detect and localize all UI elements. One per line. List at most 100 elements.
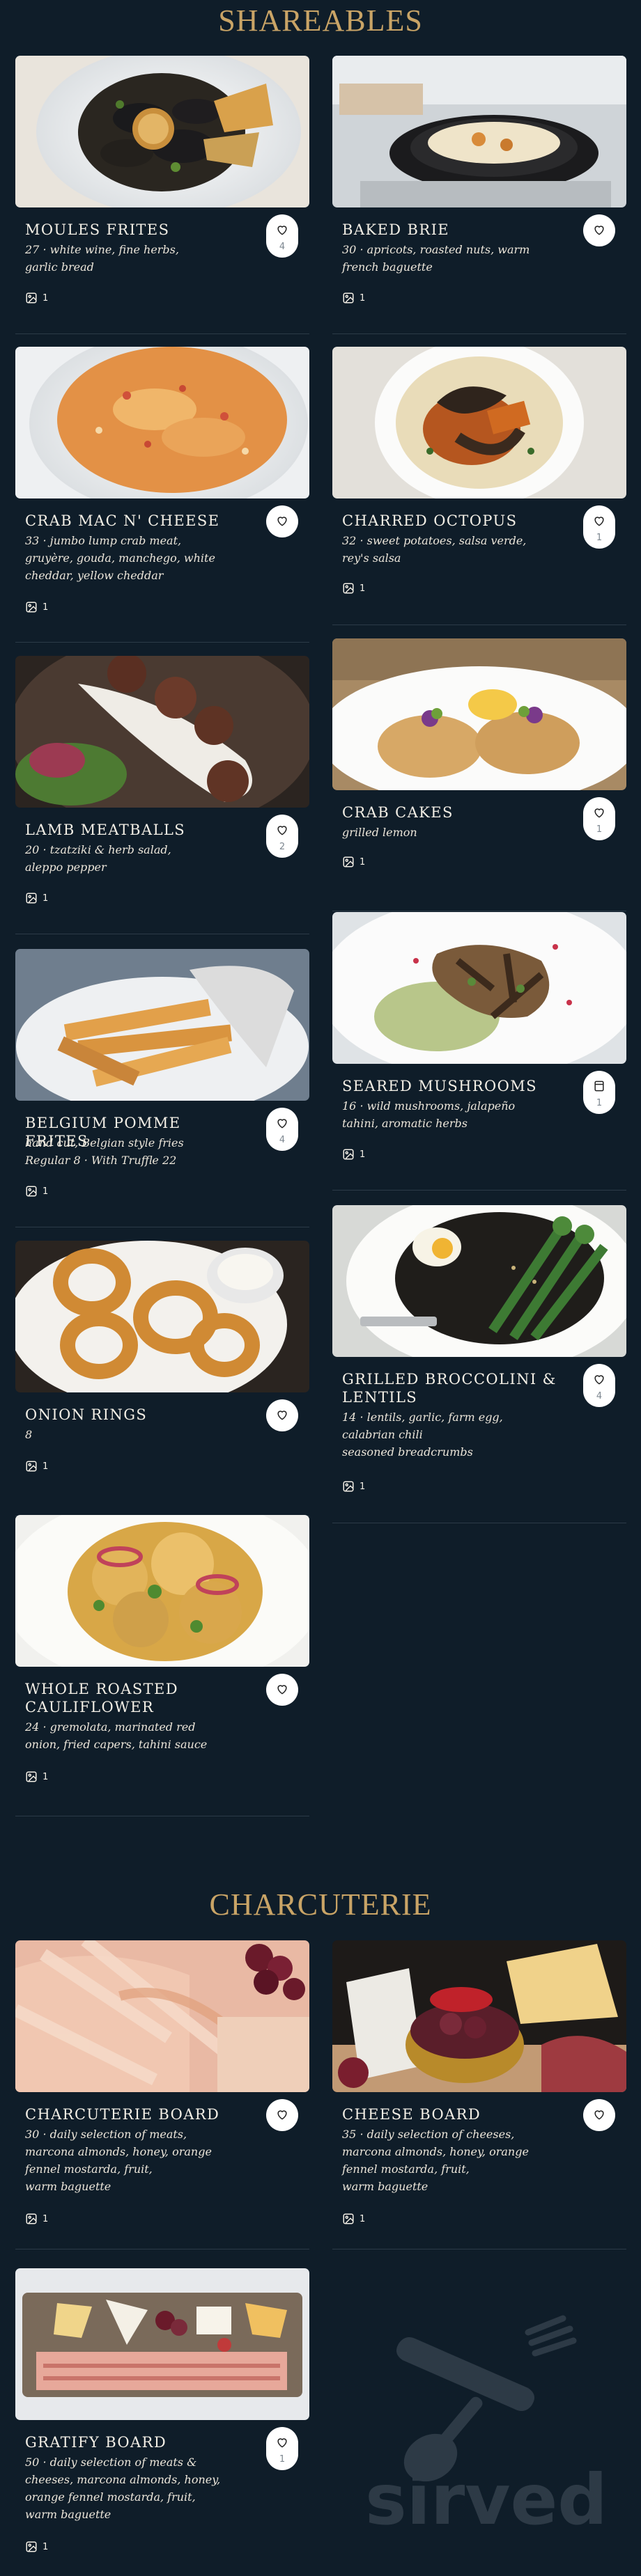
item-description: 30 · daily selection of meats, marcona a… — [25, 2128, 212, 2193]
item-description: 50 · daily selection of meats & cheeses,… — [25, 2456, 221, 2521]
image-icon — [26, 602, 37, 613]
item-description: 16 · wild mushrooms, jalapeño tahini, ar… — [342, 1099, 516, 1130]
photo-count-link[interactable]: 1 — [25, 1460, 48, 1472]
menu-item-belgium-pomme-frites[interactable]: BELGIUM POMME FRITES hand cut, Belgian s… — [15, 949, 309, 1227]
heart-icon — [277, 2110, 287, 2120]
favorite-button[interactable]: 1 — [266, 2427, 298, 2470]
heart-icon — [277, 226, 287, 235]
image-icon — [343, 2213, 354, 2224]
brand-wordmark: sirved — [365, 2459, 608, 2540]
photo-count-link[interactable]: 1 — [25, 2213, 48, 2225]
photo-count-link[interactable]: 1 — [25, 601, 48, 613]
photo-count: 1 — [43, 1186, 49, 1197]
food-photo[interactable] — [15, 1241, 309, 1392]
section-title-shareables: SHAREABLES — [218, 3, 423, 38]
photo-count-link[interactable]: 1 — [25, 2540, 48, 2553]
menu-item-lamb-meatballs[interactable]: LAMB MEATBALLS 20 · tzatziki & herb sala… — [15, 656, 309, 934]
menu-item-charred-octopus[interactable]: CHARRED OCTOPUS 32 · sweet potatoes, sal… — [332, 347, 626, 625]
favorite-button[interactable] — [583, 214, 615, 246]
menu-item-crab-cakes[interactable]: CRAB CAKES grilled lemon 1 1 — [332, 638, 626, 911]
food-photo[interactable] — [15, 949, 309, 1101]
item-name: GRILLED BROCCOLINI & LENTILS — [342, 1371, 557, 1406]
image-icon — [26, 2213, 37, 2224]
photo-count-link[interactable]: 1 — [25, 892, 48, 904]
item-name: GRATIFY BOARD — [25, 2434, 167, 2451]
photo-count: 1 — [360, 2213, 366, 2224]
food-photo[interactable] — [332, 1940, 626, 2092]
item-name: ONION RINGS — [25, 1406, 148, 1423]
heart-icon — [277, 2438, 287, 2448]
image-icon — [26, 1186, 37, 1197]
item-name: CHARRED OCTOPUS — [342, 512, 518, 529]
favorite-button[interactable] — [266, 1674, 298, 1706]
menu-item-seared-mushrooms[interactable]: SEARED MUSHROOMS 16 · wild mushrooms, ja… — [332, 912, 626, 1191]
favorite-button[interactable]: 1 — [583, 505, 615, 549]
favorite-button[interactable] — [266, 2099, 298, 2131]
heart-icon — [277, 1411, 287, 1420]
menu-item-gratify-board[interactable]: GRATIFY BOARD 50 · daily selection of me… — [15, 2268, 309, 2576]
item-name: LAMB MEATBALLS — [25, 822, 186, 838]
item-description: 30 · apricots, roasted nuts, warm french… — [342, 243, 530, 274]
photo-count-link[interactable]: 1 — [342, 582, 365, 595]
photo-count: 1 — [360, 583, 366, 594]
food-photo[interactable] — [15, 56, 309, 207]
favorite-count: 4 — [279, 1135, 286, 1145]
photo-count-link[interactable]: 1 — [25, 1770, 48, 1783]
favorite-button[interactable]: 4 — [266, 1108, 298, 1151]
food-photo[interactable] — [15, 1515, 309, 1667]
image-icon — [343, 292, 354, 304]
photo-count-link[interactable]: 1 — [25, 292, 48, 304]
item-name: CRAB MAC N' CHEESE — [25, 512, 220, 529]
image-icon — [343, 1149, 354, 1160]
menu-item-crab-mac-n-cheese[interactable]: CRAB MAC N' CHEESE 33 · jumbo lump crab … — [15, 347, 309, 643]
item-name: BAKED BRIE — [342, 221, 449, 238]
favorite-button[interactable]: 4 — [583, 1364, 615, 1407]
favorite-button[interactable] — [266, 1399, 298, 1431]
menu-item-grilled-broccolini-lentils[interactable]: GRILLED BROCCOLINI & LENTILS 14 · lentil… — [332, 1205, 626, 1523]
photo-count-link[interactable]: 1 — [342, 292, 365, 304]
menu-item-onion-rings[interactable]: ONION RINGS 8 1 — [15, 1241, 309, 1516]
favorite-button[interactable] — [583, 2099, 615, 2131]
item-description: 24 · gremolata, marinated red onion, fri… — [25, 1720, 208, 1751]
item-description: 32 · sweet potatoes, salsa verde, rey's … — [342, 534, 527, 565]
favorite-button[interactable] — [266, 505, 298, 537]
food-photo[interactable] — [332, 347, 626, 498]
item-description: 14 · lentils, garlic, farm egg, calabria… — [342, 1411, 503, 1459]
menu-item-moules-frites[interactable]: MOULES FRITES 27 · white wine, fine herb… — [15, 56, 309, 334]
food-photo[interactable] — [332, 912, 626, 1064]
photo-count: 1 — [43, 292, 49, 304]
favorite-count: 1 — [596, 533, 603, 543]
photo-count-link[interactable]: 1 — [25, 1185, 48, 1197]
item-description: 35 · daily selection of cheeses, marcona… — [342, 2128, 529, 2193]
food-photo[interactable] — [15, 1940, 309, 2092]
photo-count: 1 — [43, 2541, 49, 2552]
menu-item-charcuterie-board[interactable]: CHARCUTERIE BOARD 30 · daily selection o… — [15, 1940, 309, 2249]
photo-count: 1 — [43, 1461, 49, 1472]
photo-count: 1 — [43, 602, 49, 613]
food-photo[interactable] — [332, 1205, 626, 1357]
food-photo[interactable] — [332, 638, 626, 790]
photo-count-link[interactable]: 1 — [342, 856, 365, 868]
item-description: 8 — [25, 1428, 33, 1441]
favorite-button[interactable]: 2 — [266, 815, 298, 858]
menu-item-whole-roasted-cauliflower[interactable]: WHOLE ROASTED CAULIFLOWER 24 · gremolata… — [15, 1515, 309, 1816]
favorite-count: 4 — [279, 242, 286, 252]
food-photo[interactable] — [332, 56, 626, 207]
menu-item-cheese-board[interactable]: CHEESE BOARD 35 · daily selection of che… — [332, 1940, 626, 2249]
photo-count: 1 — [360, 292, 366, 304]
item-name: WHOLE ROASTED CAULIFLOWER — [25, 1681, 179, 1715]
menu-item-baked-brie[interactable]: BAKED BRIE 30 · apricots, roasted nuts, … — [332, 56, 626, 334]
photo-count-link[interactable]: 1 — [342, 2213, 365, 2225]
food-photo[interactable] — [15, 347, 309, 498]
food-photo[interactable] — [15, 656, 309, 808]
food-photo[interactable] — [15, 2268, 309, 2420]
favorite-count: 1 — [279, 2454, 286, 2465]
favorite-button[interactable]: 1 — [583, 797, 615, 840]
heart-icon — [594, 1375, 604, 1385]
heart-icon — [594, 226, 604, 235]
photo-count-link[interactable]: 1 — [342, 1148, 365, 1161]
image-icon — [343, 856, 354, 867]
favorite-button[interactable]: 4 — [266, 214, 298, 258]
photo-count-link[interactable]: 1 — [342, 1480, 365, 1493]
favorite-button[interactable]: 1 — [583, 1071, 615, 1114]
